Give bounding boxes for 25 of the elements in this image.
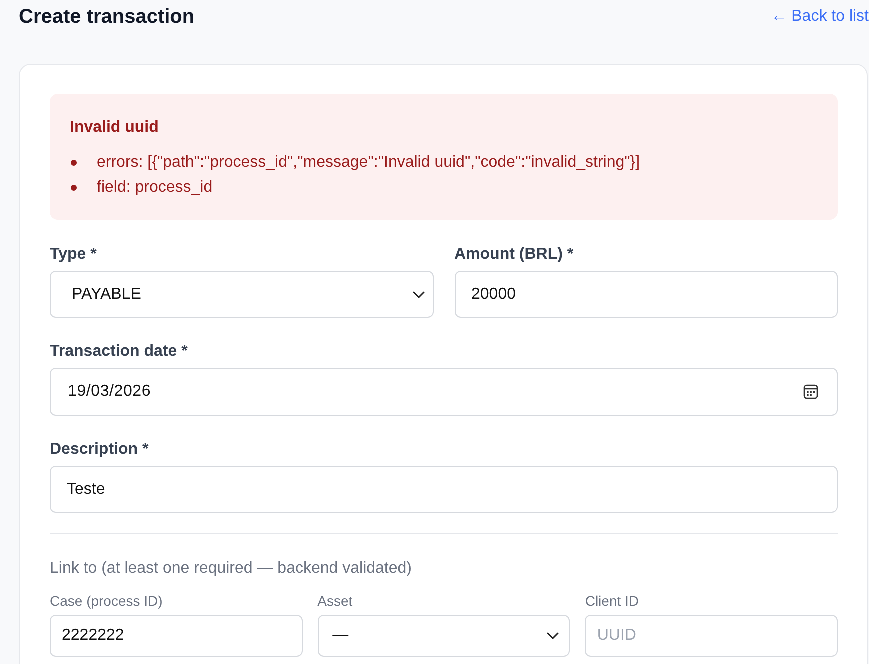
amount-input[interactable]: 20000 [454,271,838,318]
chevron-down-icon [547,632,560,640]
field-label: Asset [318,592,354,611]
type-select[interactable]: PAYABLE [50,271,434,318]
field-label: Amount (BRL) * [454,245,575,265]
field-label: Case (process ID) [50,592,164,611]
calendar-icon [803,384,819,400]
field-label: Description * [50,440,150,460]
error-detail: field: process_id [97,178,213,198]
asset-select[interactable]: — [318,615,570,657]
field-label: Transaction date * [50,342,189,362]
page-title: Create transaction [19,5,195,30]
back-to-list-link[interactable]: ← Back to list [771,3,869,31]
field-label: Client ID [585,592,640,611]
case-id-input[interactable]: 2222222 [50,615,303,657]
chevron-down-icon [412,290,424,298]
error-title: Invalid uuid [70,118,160,138]
client-id-input[interactable]: UUID [585,615,838,657]
description-input[interactable]: Teste [50,466,838,513]
bullet-icon [71,160,77,166]
error-detail: errors: [{"path":"process_id","message":"Invalid uuid","code":"invalid_string"}] [97,152,640,172]
date-input[interactable]: 19/03/2026 [50,368,838,416]
field-label: Type * [50,245,98,265]
bullet-icon [71,184,77,190]
link-section-heading: Link to (at least one required — backend validated) [50,559,413,579]
